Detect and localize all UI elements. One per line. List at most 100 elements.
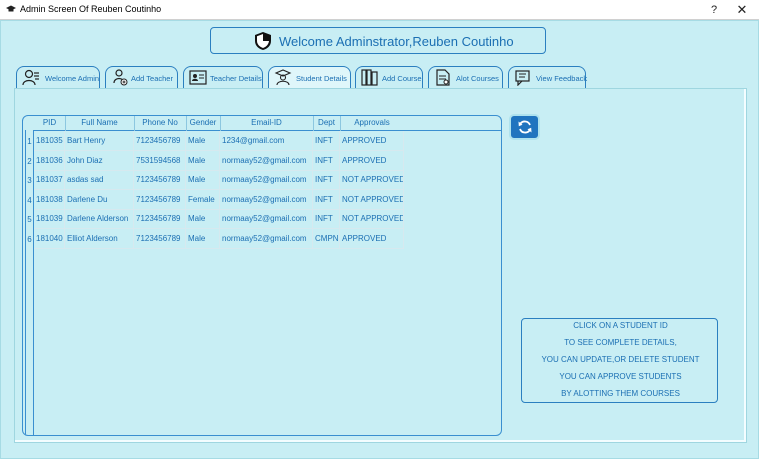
row-number[interactable]: 6 xyxy=(25,235,34,244)
cell-pid[interactable]: 181038 xyxy=(34,189,65,210)
cell-dept[interactable]: INFT xyxy=(313,189,340,210)
tab-add-course[interactable]: Add Course xyxy=(355,66,423,88)
student-icon xyxy=(274,69,292,86)
refresh-button[interactable] xyxy=(509,114,540,140)
feedback-icon xyxy=(515,70,530,86)
column-header-full-name[interactable]: Full Name xyxy=(65,118,134,127)
cell-phone[interactable]: 7531594568 xyxy=(134,150,186,171)
instruction-line: CLICK ON A STUDENT ID xyxy=(573,321,668,330)
cell-approval[interactable]: NOT APPROVED xyxy=(340,189,404,210)
refresh-icon xyxy=(518,120,532,134)
graduation-cap-icon xyxy=(6,5,16,12)
tab-student-details[interactable]: Student Details xyxy=(268,66,351,88)
cell-approval[interactable]: NOT APPROVED xyxy=(340,170,404,191)
cell-dept[interactable]: INFT xyxy=(313,131,340,151)
cell-email[interactable]: normaay52@gmail.com xyxy=(220,229,313,249)
table-row[interactable]: 181037 asdas sad 7123456789 Male normaay52@g… xyxy=(34,170,404,191)
cell-gender[interactable]: Male xyxy=(186,170,220,191)
column-header-pid[interactable]: PID xyxy=(34,118,65,127)
cell-email[interactable]: normaay52@gmail.com xyxy=(220,150,313,171)
student-table[interactable]: PID Full Name Phone No Gender Email-ID D… xyxy=(22,115,502,436)
tab-label: Alot Courses xyxy=(456,74,499,83)
window-titlebar: Admin Screen Of Reuben Coutinho ? ✕ xyxy=(0,0,759,20)
row-number[interactable]: 2 xyxy=(25,157,34,166)
tab-label: Add Course xyxy=(382,74,422,83)
tab-teacher-details[interactable]: Teacher Details xyxy=(183,66,263,88)
cell-gender[interactable]: Female xyxy=(186,189,220,210)
cell-dept[interactable]: CMPN xyxy=(313,229,340,249)
cell-approval[interactable]: NOT APPROVED xyxy=(340,209,404,230)
column-header-dept[interactable]: Dept xyxy=(313,118,340,127)
cell-name[interactable]: asdas sad xyxy=(65,170,134,191)
cell-phone[interactable]: 7123456789 xyxy=(134,229,186,249)
teacher-details-icon xyxy=(189,70,207,85)
tab-label: Student Details xyxy=(296,74,347,83)
table-row[interactable]: 181038 Darlene Du 7123456789 Female normaay5… xyxy=(34,189,404,210)
cell-approval[interactable]: APPROVED xyxy=(340,150,404,171)
help-button[interactable]: ? xyxy=(700,2,728,18)
table-header: PID Full Name Phone No Gender Email-ID D… xyxy=(34,116,501,131)
instruction-line: YOU CAN APPROVE STUDENTS xyxy=(559,372,682,381)
cell-phone[interactable]: 7123456789 xyxy=(134,209,186,230)
row-number[interactable]: 5 xyxy=(25,215,34,224)
cell-gender[interactable]: Male xyxy=(186,150,220,171)
column-header-email[interactable]: Email-ID xyxy=(220,118,313,127)
cell-gender[interactable]: Male xyxy=(186,131,220,151)
cell-gender[interactable]: Male xyxy=(186,209,220,230)
teacher-add-icon xyxy=(113,69,128,86)
cell-dept[interactable]: INFT xyxy=(313,150,340,171)
table-row[interactable]: 181036 John Diaz 7531594568 Male normaay52@g… xyxy=(34,150,404,171)
shield-icon xyxy=(255,32,271,50)
cell-pid[interactable]: 181035 xyxy=(34,131,65,151)
window-title: Admin Screen Of Reuben Coutinho xyxy=(20,4,162,14)
cell-phone[interactable]: 7123456789 xyxy=(134,189,186,210)
column-header-approvals[interactable]: Approvals xyxy=(340,118,404,127)
cell-approval[interactable]: APPROVED xyxy=(340,131,404,151)
instructions-box: CLICK ON A STUDENT ID TO SEE COMPLETE DE… xyxy=(521,318,718,403)
tab-label: Teacher Details xyxy=(210,74,262,83)
column-header-gender[interactable]: Gender xyxy=(186,118,220,127)
tab-label: Welcome Admin xyxy=(45,74,100,83)
cell-pid[interactable]: 181039 xyxy=(34,209,65,230)
cell-name[interactable]: Elliot Alderson xyxy=(65,229,134,249)
instruction-line: YOU CAN UPDATE,OR DELETE STUDENT xyxy=(541,355,700,364)
welcome-text: Welcome Adminstrator,Reuben Coutinho xyxy=(279,34,514,49)
cell-email[interactable]: normaay52@gmail.com xyxy=(220,189,313,210)
books-icon xyxy=(361,69,378,86)
admin-icon xyxy=(22,69,39,86)
tab-alot-courses[interactable]: Alot Courses xyxy=(428,66,503,88)
cell-dept[interactable]: INFT xyxy=(313,170,340,191)
cell-dept[interactable]: INFT xyxy=(313,209,340,230)
table-row[interactable]: 181040 Elliot Alderson 7123456789 Male norma… xyxy=(34,229,404,249)
cell-pid[interactable]: 181036 xyxy=(34,150,65,171)
tab-view-feedback[interactable]: View Feedback xyxy=(508,66,587,88)
row-number[interactable]: 4 xyxy=(25,196,34,205)
row-number[interactable]: 3 xyxy=(25,176,34,185)
cell-pid[interactable]: 181037 xyxy=(34,170,65,191)
tab-strip: Welcome Admin Add Teacher Teacher Detail… xyxy=(14,66,614,88)
cell-name[interactable]: Darlene Alderson xyxy=(65,209,134,230)
cell-email[interactable]: normaay52@gmail.com xyxy=(220,209,313,230)
cell-name[interactable]: Bart Henry xyxy=(65,131,134,151)
cell-email[interactable]: normaay52@gmail.com xyxy=(220,170,313,191)
cell-phone[interactable]: 7123456789 xyxy=(134,170,186,191)
cell-approval[interactable]: APPROVED xyxy=(340,229,404,249)
instruction-line: TO SEE COMPLETE DETAILS, xyxy=(564,338,677,347)
cell-phone[interactable]: 7123456789 xyxy=(134,131,186,151)
instruction-line: BY ALOTTING THEM COURSES xyxy=(561,389,680,398)
row-number[interactable]: 1 xyxy=(25,137,34,146)
cell-pid[interactable]: 181040 xyxy=(34,229,65,249)
cell-name[interactable]: Darlene Du xyxy=(65,189,134,210)
tab-label: Add Teacher xyxy=(131,74,173,83)
cell-email[interactable]: 1234@gmail.com xyxy=(220,131,313,151)
document-icon xyxy=(436,69,450,86)
cell-gender[interactable]: Male xyxy=(186,229,220,249)
cell-name[interactable]: John Diaz xyxy=(65,150,134,171)
close-button[interactable]: ✕ xyxy=(728,2,756,18)
column-header-phone[interactable]: Phone No xyxy=(134,118,186,127)
tab-welcome-admin[interactable]: Welcome Admin xyxy=(16,66,100,88)
welcome-banner: Welcome Adminstrator,Reuben Coutinho xyxy=(210,27,546,54)
tab-add-teacher[interactable]: Add Teacher xyxy=(105,66,178,88)
table-row[interactable]: 181035 Bart Henry 7123456789 Male 1234@gmail… xyxy=(34,131,404,151)
table-row[interactable]: 181039 Darlene Alderson 7123456789 Male norm… xyxy=(34,209,404,230)
